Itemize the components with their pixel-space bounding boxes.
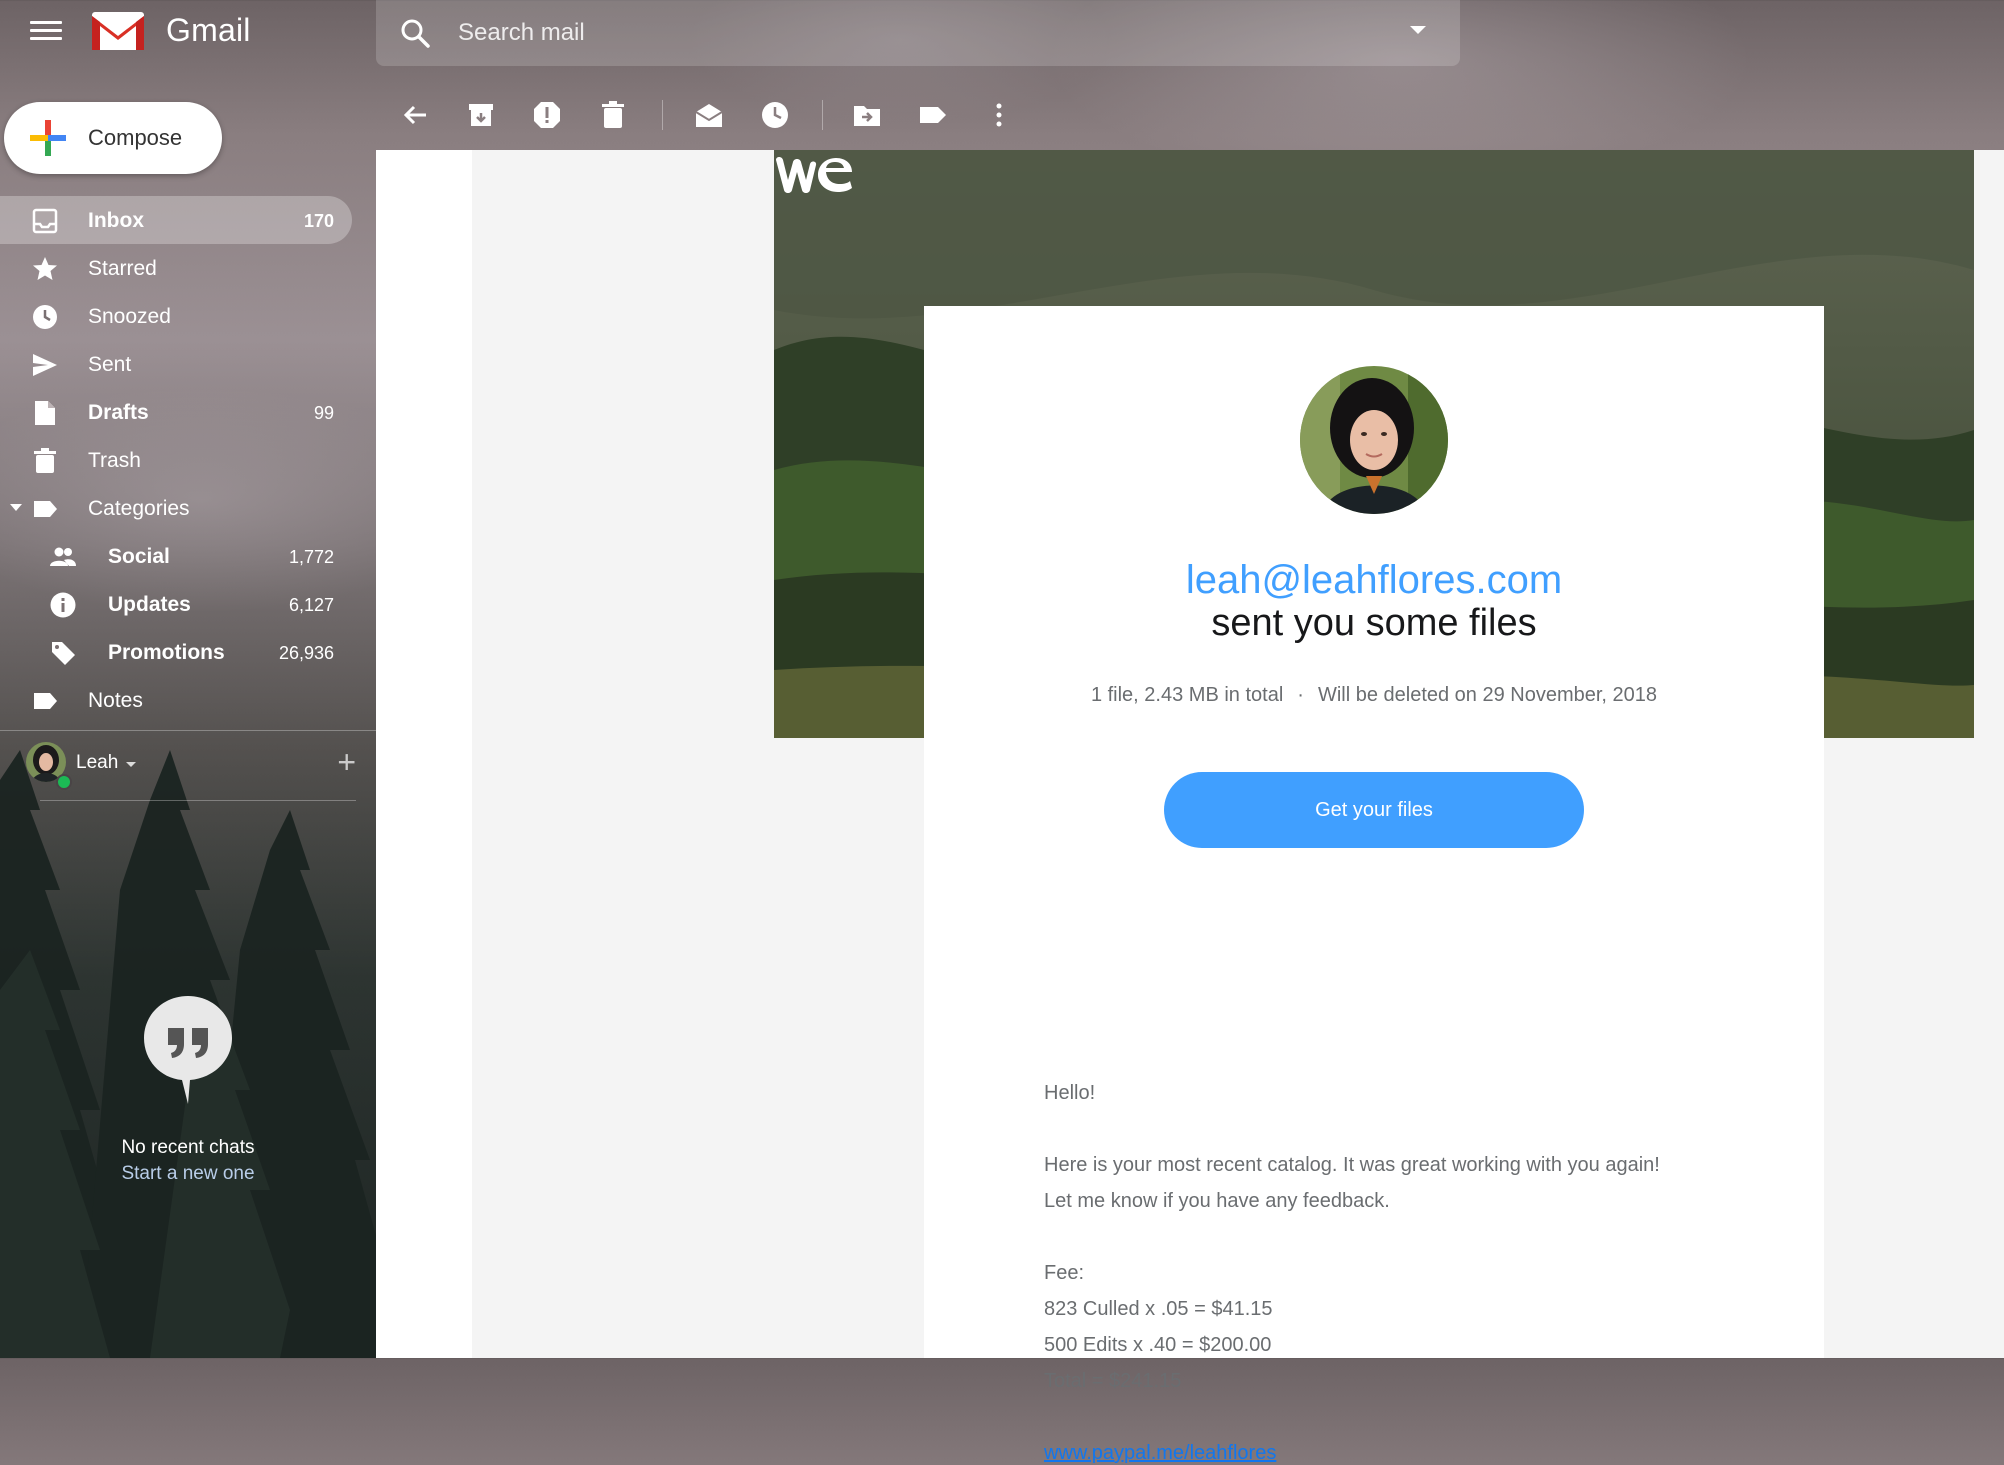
sidebar-item-label: Categories: [88, 497, 190, 520]
hangouts-user-name: Leah: [76, 752, 119, 773]
new-conversation-button[interactable]: +: [337, 744, 356, 781]
people-icon: [50, 547, 76, 566]
hangouts-quote-icon: [144, 996, 232, 1104]
sidebar-item-categories[interactable]: Categories: [0, 484, 352, 532]
sidebar-item-notes[interactable]: Notes: [0, 676, 352, 724]
file-info: 1 file, 2.43 MB in total: [1090, 684, 1284, 706]
start-new-chat-link[interactable]: Start a new one: [0, 1163, 376, 1185]
move-to-icon[interactable]: [852, 100, 882, 130]
delete-icon[interactable]: [598, 100, 628, 130]
fee-total: Total = $241.15: [1044, 1370, 1182, 1392]
unread-count: 170: [303, 211, 334, 231]
search-icon[interactable]: [398, 16, 432, 50]
message-line: Here is your most recent catalog. It was…: [1044, 1154, 1660, 1176]
sidebar-item-promotions[interactable]: Promotions 26,936: [0, 628, 352, 676]
inbox-icon: [32, 208, 58, 234]
message-view: leah@leahflores.com sent you some files …: [376, 150, 2004, 1464]
sidebar-item-label: Drafts: [88, 401, 149, 424]
search-input[interactable]: [456, 12, 1360, 54]
sidebar-item-label: Updates: [108, 593, 191, 616]
clock-icon: [33, 305, 57, 329]
compose-button[interactable]: Compose: [4, 102, 222, 174]
snooze-icon[interactable]: [760, 100, 790, 130]
sidebar-item-label: Inbox: [88, 209, 144, 232]
message-line: Let me know if you have any feedback.: [1044, 1190, 1390, 1212]
compose-label: Compose: [88, 125, 183, 150]
search-options-dropdown-icon[interactable]: [1410, 26, 1426, 34]
sidebar-item-inbox[interactable]: Inbox 170: [0, 196, 352, 244]
sidebar-item-label: Promotions: [108, 641, 225, 664]
send-icon: [33, 354, 57, 376]
deletion-info: Will be deleted on 29 November, 2018: [1317, 684, 1658, 706]
mark-unread-icon[interactable]: [694, 100, 724, 130]
archive-icon[interactable]: [466, 100, 496, 130]
collapse-caret-icon[interactable]: [10, 504, 22, 511]
greeting: Hello!: [1044, 1082, 1096, 1104]
status-dropdown-icon[interactable]: [126, 762, 136, 767]
main-menu-button[interactable]: [30, 16, 62, 44]
sidebar-divider: [0, 730, 376, 731]
sidebar-item-social[interactable]: Social 1,772: [0, 532, 352, 580]
transfer-headline: sent you some files: [1211, 602, 1537, 644]
toolbar-separator: [822, 100, 823, 130]
sidebar-item-drafts[interactable]: Drafts 99: [0, 388, 352, 436]
tag-icon: [52, 642, 75, 665]
more-vert-icon[interactable]: [984, 100, 1014, 130]
gmail-logo-icon: [92, 12, 144, 50]
transfer-meta: 1 file, 2.43 MB in total · Will be deleted…: [924, 684, 1824, 707]
paypal-link[interactable]: www.paypal.me/leahflores: [1044, 1442, 1276, 1464]
get-your-files-button[interactable]: Get your files: [1164, 772, 1584, 848]
draft-icon: [35, 401, 55, 425]
sidebar-item-label: Snoozed: [88, 305, 171, 328]
fee-line: 500 Edits x .40 = $200.00: [1044, 1334, 1272, 1356]
meta-separator: ·: [1297, 684, 1304, 706]
fee-line: 823 Culled x .05 = $41.15: [1044, 1298, 1273, 1320]
sender-avatar: [1300, 366, 1448, 514]
sidebar-nav: Inbox 170 Starred Snoozed Sent Drafts 99…: [0, 196, 352, 724]
category-count: 1,772: [288, 547, 334, 567]
sidebar-item-updates[interactable]: Updates 6,127: [0, 580, 352, 628]
back-arrow-icon[interactable]: [400, 100, 430, 130]
category-count: 6,127: [288, 595, 334, 615]
sidebar-item-snoozed[interactable]: Snoozed: [0, 292, 352, 340]
hangouts-empty-state: No recent chats Start a new one: [0, 994, 376, 1185]
trash-icon: [34, 448, 56, 473]
category-count: 26,936: [278, 643, 334, 663]
sidebar-item-sent[interactable]: Sent: [0, 340, 352, 388]
transfer-card: leah@leahflores.com sent you some files …: [924, 306, 1824, 1464]
hangouts-user[interactable]: Leah +: [26, 742, 356, 790]
label-icon: [34, 501, 57, 517]
sidebar-item-trash[interactable]: Trash: [0, 436, 352, 484]
label-icon[interactable]: [918, 100, 948, 130]
message-toolbar: [376, 92, 1576, 136]
wetransfer-logo-icon: [776, 157, 852, 193]
sidebar-item-label: Notes: [88, 689, 143, 712]
sidebar-item-starred[interactable]: Starred: [0, 244, 352, 292]
search-bar: [376, 0, 1460, 66]
app-name: Gmail: [166, 12, 251, 48]
label-icon: [34, 693, 57, 709]
star-icon: [33, 257, 57, 280]
sidebar-item-label: Trash: [88, 449, 141, 472]
info-icon: [50, 592, 76, 618]
sidebar-item-label: Sent: [88, 353, 132, 376]
compose-plus-icon: [30, 120, 66, 156]
hangouts-divider: [40, 800, 356, 801]
online-status-icon: [56, 774, 72, 790]
toolbar-separator: [662, 100, 663, 130]
no-recent-chats-text: No recent chats: [121, 1137, 255, 1158]
sidebar-item-label: Social: [108, 545, 170, 568]
draft-count: 99: [313, 403, 334, 423]
fee-label: Fee:: [1044, 1262, 1085, 1284]
sender-email: leah@leahflores.com: [1185, 558, 1563, 602]
report-spam-icon[interactable]: [532, 100, 562, 130]
sidebar-item-label: Starred: [88, 257, 157, 280]
